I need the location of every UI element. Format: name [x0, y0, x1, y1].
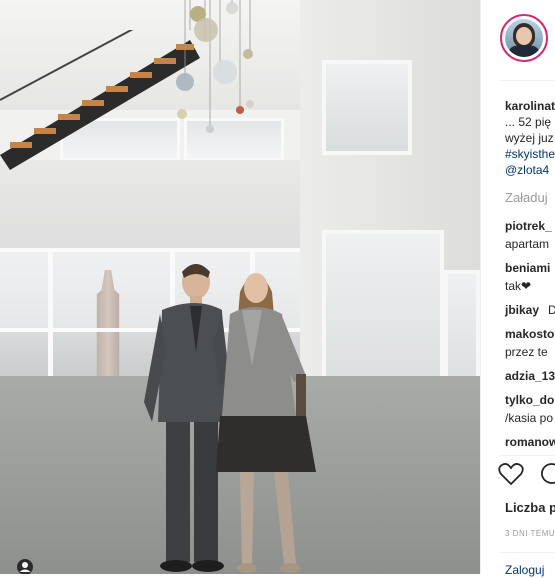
- comment-text: przez te: [505, 345, 548, 359]
- caption-mention[interactable]: @zlota4: [505, 162, 549, 178]
- sidebar-divider: [500, 552, 555, 553]
- load-more-comments[interactable]: Załaduj: [505, 190, 548, 206]
- comment-text: tak❤: [505, 279, 532, 293]
- window-mullion: [48, 248, 53, 380]
- avatar-body: [509, 45, 539, 57]
- comment-text: /kasia po: [505, 411, 554, 425]
- comment-text: apartam: [505, 237, 550, 251]
- comment-user[interactable]: makosto: [505, 326, 554, 342]
- sidebar-divider: [500, 80, 555, 81]
- caption-line-2: wyżej juz: [505, 131, 554, 145]
- comment-icon[interactable]: [538, 462, 555, 486]
- comment-user[interactable]: piotrek_: [505, 218, 552, 234]
- post-timestamp: 3 DNI TEMU: [505, 529, 555, 538]
- author-avatar[interactable]: [500, 14, 548, 62]
- photo-right-window: [322, 60, 412, 155]
- comment-text: D: [548, 303, 555, 317]
- comment-user[interactable]: jbikay: [505, 302, 539, 318]
- avatar-face: [516, 27, 532, 45]
- sidebar-divider: [500, 455, 555, 456]
- photo-pendant-lamps: [176, 0, 254, 133]
- author-username[interactable]: karolinat: [505, 98, 555, 114]
- post-photo[interactable]: [0, 0, 480, 574]
- avatar-image: [505, 19, 543, 57]
- tag-people-icon[interactable]: [16, 558, 34, 574]
- window-transom: [0, 248, 300, 252]
- comment-user[interactable]: beniami: [505, 260, 550, 276]
- caption-line-1: ... 52 pię: [505, 115, 552, 129]
- comment-user[interactable]: romanow: [505, 434, 555, 450]
- comment-user[interactable]: tylko_do: [505, 392, 554, 408]
- login-to-comment[interactable]: Zaloguj: [505, 562, 544, 578]
- likes-count[interactable]: Liczba p: [505, 500, 555, 516]
- like-heart-icon[interactable]: [498, 462, 524, 486]
- comment-user[interactable]: adzia_13: [505, 368, 555, 384]
- photo-woman: [216, 273, 316, 573]
- caption-hashtag[interactable]: #skyisthe: [505, 146, 555, 162]
